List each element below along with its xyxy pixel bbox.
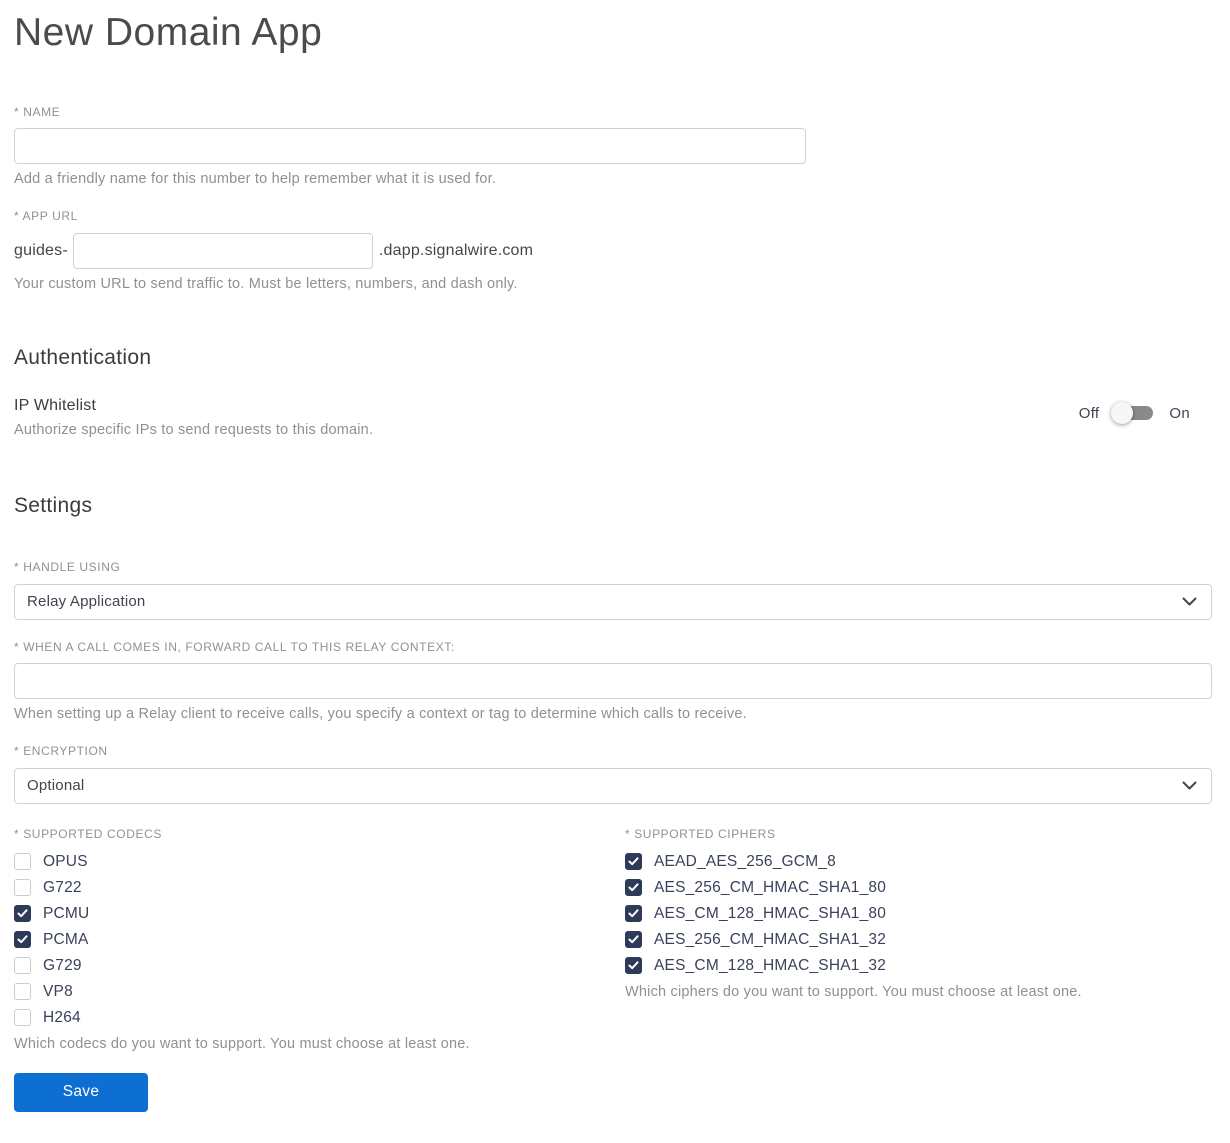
encryption-group: * ENCRYPTION Optional [14, 744, 1212, 804]
codec-checkbox-row[interactable]: PCMU [14, 905, 625, 923]
checkbox-checked-icon[interactable] [625, 931, 642, 949]
toggle-on-label: On [1169, 404, 1190, 422]
chevron-down-icon [1182, 781, 1197, 790]
ip-whitelist-label: IP Whitelist [14, 396, 97, 414]
name-helper: Add a friendly name for this number to h… [14, 170, 497, 187]
checkbox-label: PCMU [43, 904, 90, 922]
ip-whitelist-toggle[interactable] [1111, 402, 1154, 425]
handle-using-group: * HANDLE USING Relay Application [14, 560, 1212, 620]
checkbox-label: AEAD_AES_256_GCM_8 [654, 852, 836, 870]
cipher-checkbox-row[interactable]: AEAD_AES_256_GCM_8 [625, 853, 1212, 871]
ip-whitelist-text: IP Whitelist Authorize specific IPs to s… [14, 397, 373, 438]
checkbox-unchecked-icon[interactable] [14, 853, 31, 871]
checkbox-unchecked-icon[interactable] [14, 983, 31, 1001]
encryption-select[interactable]: Optional [14, 767, 1212, 804]
codec-checkbox-row[interactable]: G722 [14, 879, 625, 897]
checkbox-checked-icon[interactable] [14, 931, 31, 949]
toggle-knob[interactable] [1111, 402, 1134, 425]
handle-using-select[interactable]: Relay Application [14, 583, 1212, 620]
checkbox-unchecked-icon[interactable] [14, 957, 31, 975]
relay-context-label: * WHEN A CALL COMES IN, FORWARD CALL TO … [14, 639, 455, 654]
save-button[interactable]: Save [14, 1072, 148, 1112]
checkbox-checked-icon[interactable] [625, 957, 642, 975]
ciphers-column: * SUPPORTED CIPHERS AEAD_AES_256_GCM_8 AE… [625, 827, 1212, 1052]
app-url-field-group: * APP URL guides- .dapp.signalwire.com Y… [14, 209, 1212, 292]
page-title: New Domain App [14, 11, 323, 54]
chevron-down-icon [1182, 597, 1197, 606]
ip-whitelist-helper: Authorize specific IPs to send requests … [14, 421, 374, 438]
ip-whitelist-row: IP Whitelist Authorize specific IPs to s… [14, 397, 1212, 438]
checkbox-label: AES_256_CM_HMAC_SHA1_32 [654, 930, 887, 948]
ip-whitelist-toggle-group: Off On [1078, 402, 1190, 425]
checkbox-label: H264 [43, 1008, 81, 1026]
codecs-list: OPUS G722 PCMU PCMA G729 VP8 H264 [14, 853, 625, 1027]
app-url-label: * APP URL [14, 208, 78, 223]
encryption-value: Optional [27, 777, 85, 795]
app-url-row: guides- .dapp.signalwire.com [14, 232, 1212, 269]
checkbox-checked-icon[interactable] [625, 879, 642, 897]
ciphers-label: * SUPPORTED CIPHERS [625, 826, 776, 841]
relay-context-input[interactable] [14, 662, 1212, 699]
codecs-ciphers-section: * SUPPORTED CODECS OPUS G722 PCMU PCMA G729 V… [14, 827, 1212, 1052]
cipher-checkbox-row[interactable]: AES_CM_128_HMAC_SHA1_32 [625, 957, 1212, 975]
checkbox-unchecked-icon[interactable] [14, 879, 31, 897]
relay-context-group: * WHEN A CALL COMES IN, FORWARD CALL TO … [14, 640, 1212, 722]
codec-checkbox-row[interactable]: OPUS [14, 853, 625, 871]
codec-checkbox-row[interactable]: H264 [14, 1009, 625, 1027]
relay-context-helper: When setting up a Relay client to receiv… [14, 705, 747, 722]
app-url-prefix: guides- [14, 241, 68, 259]
checkbox-label: G729 [43, 956, 82, 974]
codec-checkbox-row[interactable]: PCMA [14, 931, 625, 949]
name-input[interactable] [14, 127, 806, 164]
codecs-label: * SUPPORTED CODECS [14, 826, 162, 841]
ciphers-list: AEAD_AES_256_GCM_8 AES_256_CM_HMAC_SHA1_8… [625, 853, 1212, 975]
checkbox-label: AES_CM_128_HMAC_SHA1_32 [654, 956, 887, 974]
codec-checkbox-row[interactable]: VP8 [14, 983, 625, 1001]
app-url-suffix: .dapp.signalwire.com [378, 241, 534, 259]
checkbox-label: PCMA [43, 930, 89, 948]
checkbox-label: G722 [43, 878, 82, 896]
cipher-checkbox-row[interactable]: AES_256_CM_HMAC_SHA1_80 [625, 879, 1212, 897]
checkbox-unchecked-icon[interactable] [14, 1009, 31, 1027]
new-domain-app-page: New Domain App * NAME Add a friendly nam… [0, 0, 1230, 1127]
checkbox-label: VP8 [43, 982, 73, 1000]
checkbox-checked-icon[interactable] [625, 905, 642, 923]
checkbox-checked-icon[interactable] [625, 853, 642, 871]
app-url-helper: Your custom URL to send traffic to. Must… [14, 275, 518, 292]
cipher-checkbox-row[interactable]: AES_CM_128_HMAC_SHA1_80 [625, 905, 1212, 923]
encryption-label: * ENCRYPTION [14, 743, 108, 758]
codecs-helper: Which codecs do you want to support. You… [14, 1035, 470, 1052]
name-label: * NAME [14, 104, 61, 119]
checkbox-checked-icon[interactable] [14, 905, 31, 923]
toggle-off-label: Off [1078, 404, 1100, 422]
handle-using-label: * HANDLE USING [14, 559, 121, 574]
codecs-column: * SUPPORTED CODECS OPUS G722 PCMU PCMA G729 V… [14, 827, 625, 1052]
settings-heading: Settings [14, 493, 93, 517]
app-url-input[interactable] [72, 232, 373, 269]
handle-using-value: Relay Application [27, 593, 146, 611]
authentication-heading: Authentication [14, 345, 152, 369]
checkbox-label: AES_CM_128_HMAC_SHA1_80 [654, 904, 887, 922]
checkbox-label: AES_256_CM_HMAC_SHA1_80 [654, 878, 887, 896]
codec-checkbox-row[interactable]: G729 [14, 957, 625, 975]
ciphers-helper: Which ciphers do you want to support. Yo… [625, 983, 1082, 1000]
name-field-group: * NAME Add a friendly name for this numb… [14, 105, 1212, 187]
checkbox-label: OPUS [43, 852, 88, 870]
cipher-checkbox-row[interactable]: AES_256_CM_HMAC_SHA1_32 [625, 931, 1212, 949]
